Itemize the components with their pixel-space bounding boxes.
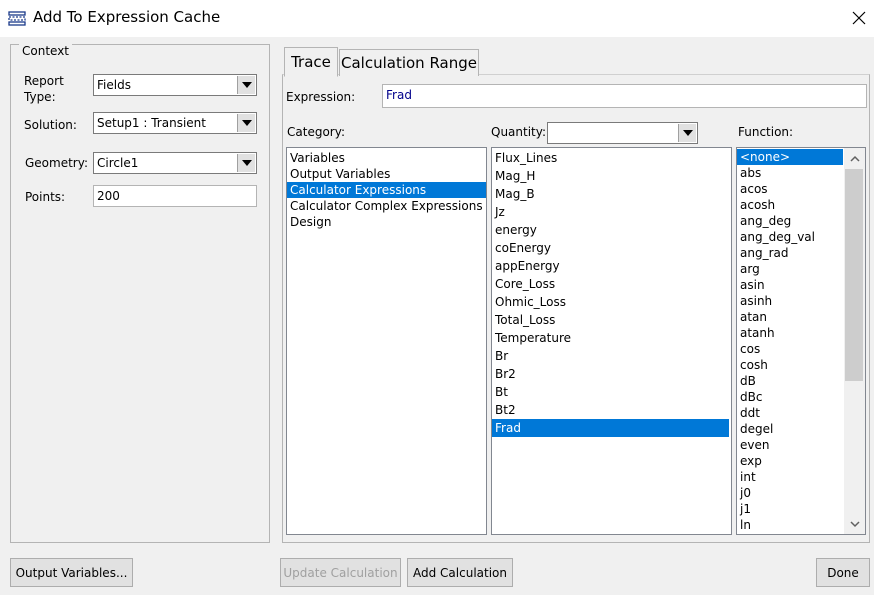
list-item[interactable]: Mag_B [492, 185, 731, 203]
app-icon [8, 10, 26, 26]
chevron-down-icon [237, 154, 255, 172]
quantity-label: Quantity: [491, 125, 547, 139]
output-variables-label: Output Variables... [15, 565, 128, 580]
function-label: Function: [738, 125, 794, 139]
list-item-selected[interactable]: Calculator Expressions [287, 182, 486, 198]
report-type-label-line2: Type: [24, 90, 56, 104]
function-scrollbar[interactable] [844, 148, 865, 534]
output-variables-button[interactable]: Output Variables... [10, 558, 133, 587]
points-input[interactable]: 200 [93, 185, 257, 207]
list-item[interactable]: Temperature [492, 329, 731, 347]
list-item[interactable]: Mag_H [492, 167, 731, 185]
list-item[interactable]: Br2 [492, 365, 731, 383]
scroll-up-button[interactable] [844, 148, 865, 168]
expression-input[interactable]: Frad [382, 84, 867, 108]
list-item[interactable]: Bt [492, 383, 731, 401]
update-calculation-button[interactable]: Update Calculation [280, 558, 401, 587]
chevron-down-icon [849, 520, 860, 527]
quantity-list[interactable]: Flux_Lines Mag_H Mag_B Jz energy coEnerg… [491, 147, 732, 535]
points-value: 200 [97, 189, 120, 203]
chevron-up-icon [849, 155, 860, 162]
report-type-label-line1: Report [24, 74, 64, 88]
list-item[interactable]: Total_Loss [492, 311, 731, 329]
solution-select[interactable]: Setup1 : Transient [93, 112, 257, 134]
category-list[interactable]: Variables Output Variables Calculator Ex… [286, 147, 487, 535]
window-title: Add To Expression Cache [33, 8, 221, 26]
context-legend: Context [19, 44, 73, 58]
list-item[interactable]: Ohmic_Loss [492, 293, 731, 311]
chevron-down-icon [237, 76, 255, 94]
list-item[interactable]: coEnergy [492, 239, 731, 257]
report-type-value: Fields [97, 78, 131, 92]
chevron-down-icon [237, 114, 255, 132]
list-item-selected[interactable]: Frad [492, 419, 729, 437]
list-item[interactable]: Flux_Lines [492, 149, 731, 167]
list-item[interactable]: Core_Loss [492, 275, 731, 293]
report-type-select[interactable]: Fields [93, 74, 257, 96]
tab-trace[interactable]: Trace [284, 47, 338, 77]
list-item[interactable]: Bt2 [492, 401, 731, 419]
list-item[interactable]: appEnergy [492, 257, 731, 275]
category-label: Category: [287, 125, 345, 139]
expression-value: Frad [386, 88, 412, 102]
list-item[interactable]: Br [492, 347, 731, 365]
expression-label: Expression: [286, 90, 356, 104]
tab-calculation-range[interactable]: Calculation Range [339, 49, 479, 76]
close-button[interactable] [846, 6, 872, 30]
solution-label: Solution: [24, 118, 77, 132]
tab-trace-label: Trace [291, 53, 331, 71]
solution-value: Setup1 : Transient [97, 116, 206, 130]
add-calculation-button[interactable]: Add Calculation [407, 558, 513, 587]
chevron-down-icon [678, 124, 696, 142]
points-label: Points: [25, 190, 66, 204]
add-calculation-label: Add Calculation [413, 565, 507, 580]
quantity-filter-select[interactable] [547, 122, 698, 144]
geometry-label: Geometry: [25, 156, 89, 170]
list-item[interactable]: Variables [287, 150, 486, 166]
geometry-select[interactable]: Circle1 [93, 152, 257, 174]
list-item-selected[interactable]: <none> [737, 149, 843, 165]
list-item[interactable]: Jz [492, 203, 731, 221]
list-item[interactable]: energy [492, 221, 731, 239]
scroll-down-button[interactable] [844, 514, 865, 534]
list-item[interactable]: Design [287, 214, 486, 230]
list-item[interactable]: Output Variables [287, 166, 486, 182]
geometry-value: Circle1 [97, 156, 139, 170]
done-label: Done [827, 565, 859, 580]
tab-calculation-range-label: Calculation Range [341, 54, 477, 72]
scroll-thumb[interactable] [845, 169, 863, 381]
list-item[interactable]: Calculator Complex Expressions [287, 198, 486, 214]
done-button[interactable]: Done [816, 558, 870, 587]
update-calculation-label: Update Calculation [283, 565, 398, 580]
close-icon [852, 11, 866, 25]
